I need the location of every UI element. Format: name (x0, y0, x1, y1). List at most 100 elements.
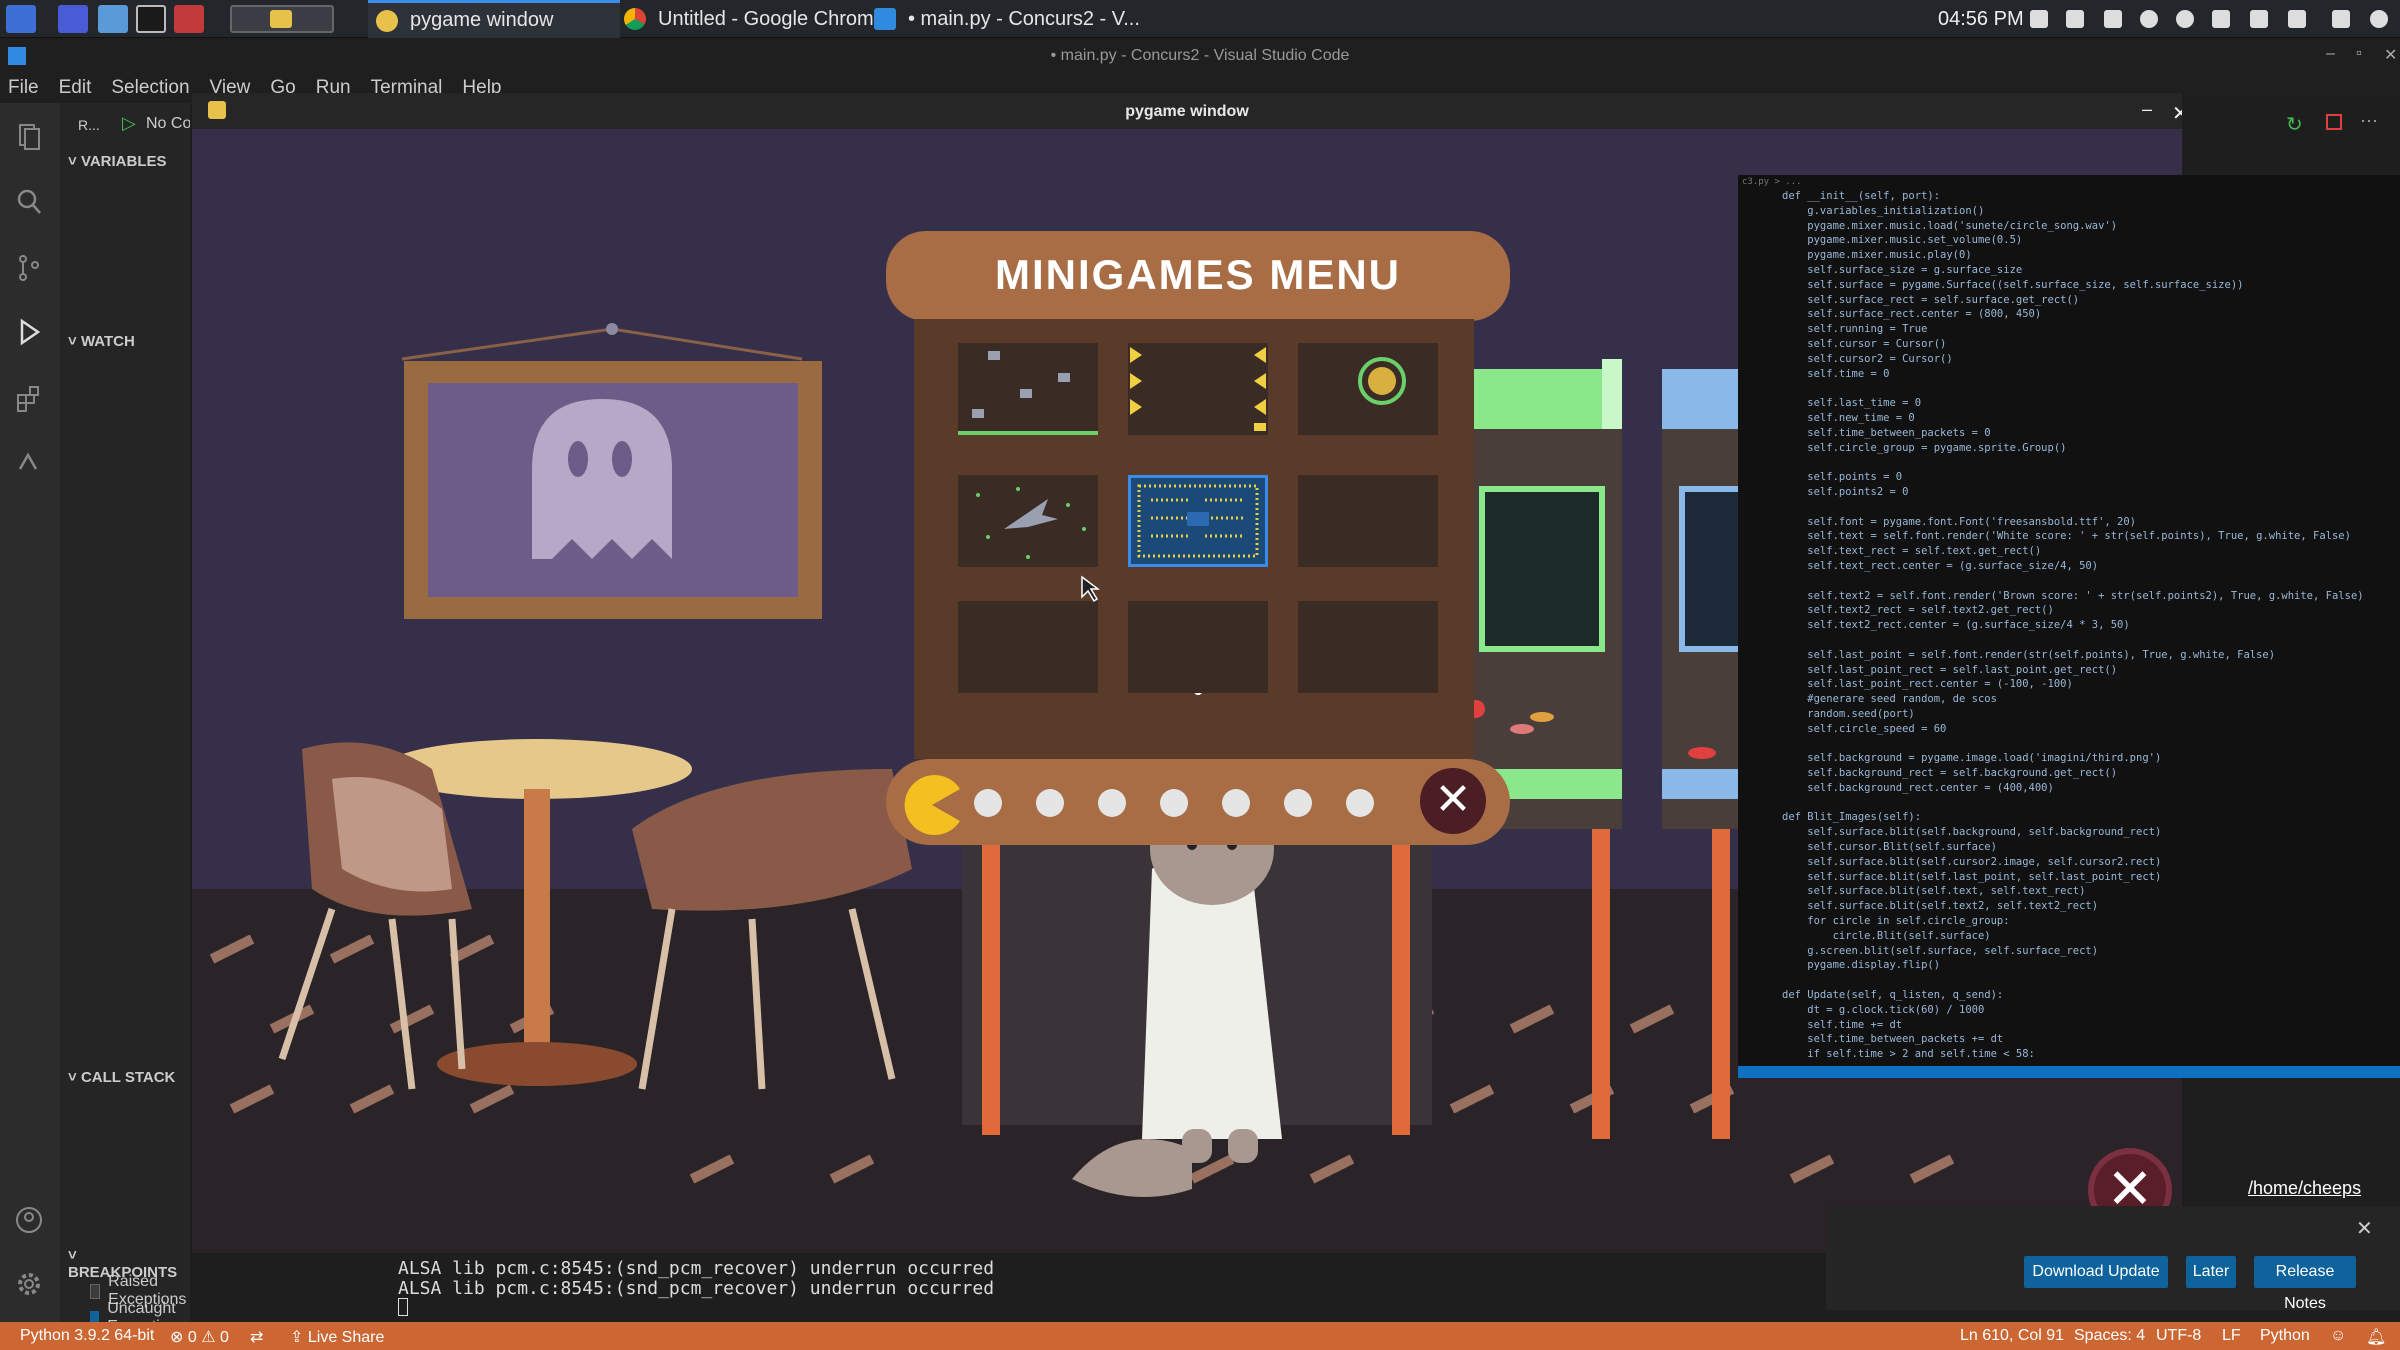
source-control-icon[interactable] (14, 253, 44, 283)
shark-preview-icon (976, 487, 1086, 559)
language-mode[interactable]: Python (2260, 1327, 2310, 1345)
steam-icon[interactable] (2140, 10, 2158, 28)
life-dot (1160, 789, 1188, 817)
minigame-slot-pacman[interactable] (1128, 475, 1268, 567)
chrome-icon (624, 8, 646, 30)
block-shape (972, 409, 984, 418)
remote-explorer-icon[interactable] (14, 447, 44, 477)
run-debug-icon[interactable] (14, 317, 44, 347)
spikes-preview-icon (1130, 347, 1266, 431)
minigame-slot-empty[interactable] (1298, 601, 1438, 693)
section-watch-label: WATCH (80, 333, 135, 350)
code-editor-panel[interactable]: c3.py > ... def __init__(self, port): g.… (1738, 175, 2400, 1073)
volume-icon[interactable] (2212, 10, 2230, 28)
task-label: • main.py - Concurs2 - V... (908, 7, 1140, 30)
terminal-panel[interactable]: ALSA lib pcm.c:8545:(snd_pcm_recover) un… (376, 1254, 1826, 1322)
close-icon[interactable]: ✕ (2356, 1216, 2373, 1241)
live-share-button[interactable]: ⇪ Live Share (290, 1327, 384, 1347)
block-shape (1058, 373, 1070, 382)
code-line: self.surface.blit(self.last_point, self.… (1782, 870, 2162, 883)
problems-indicator[interactable]: ⊗ 0 ⚠ 0 (170, 1327, 229, 1347)
task-chrome[interactable]: Untitled - Google Chrome (624, 0, 885, 38)
clock[interactable]: 04:56 PM (1938, 8, 2024, 31)
stop-icon[interactable] (2326, 114, 2342, 130)
minigame-slot-empty[interactable] (958, 601, 1098, 693)
app-menu-icon[interactable] (6, 5, 36, 33)
minigame-slot-empty[interactable] (1128, 601, 1268, 693)
code-lines[interactable]: def __init__(self, port): g.variables_in… (1782, 189, 2394, 1067)
code-line: self.last_point = self.font.render(str(s… (1782, 648, 2276, 661)
minimize-icon[interactable]: – (2142, 99, 2152, 120)
encoding[interactable]: UTF-8 (2156, 1327, 2201, 1345)
editor-breadcrumb: c3.py > ... (1742, 177, 1802, 187)
menu-file[interactable]: File (8, 73, 39, 103)
debug-sidebar: R... ▷ No Co ˅ VARIABLES ˅ WATCH ˅ CALL … (60, 103, 190, 1335)
media-launcher-icon[interactable] (174, 5, 204, 33)
minigame-slot-empty[interactable] (1298, 475, 1438, 567)
maximize-icon[interactable]: ▫ (2356, 45, 2362, 63)
python-interpreter[interactable]: Python 3.9.2 64-bit (20, 1327, 154, 1345)
minigame-slot-circles[interactable] (1298, 343, 1438, 435)
indentation[interactable]: Spaces: 4 (2074, 1327, 2145, 1345)
life-dot (1222, 789, 1250, 817)
live-share-label: Live Share (307, 1329, 385, 1346)
wifi-icon[interactable] (2104, 10, 2122, 28)
task-pygame-window[interactable]: pygame window (368, 0, 620, 38)
settings-gear-icon[interactable] (14, 1269, 44, 1299)
extensions-icon[interactable] (14, 383, 44, 413)
cursor-position[interactable]: Ln 610, Col 91 (1960, 1327, 2064, 1345)
os-taskbar: pygame window Untitled - Google Chrome •… (0, 0, 2400, 38)
menu-selection[interactable]: Selection (111, 73, 189, 103)
minigame-slot-spikes[interactable] (1128, 343, 1268, 435)
discord-icon[interactable] (2066, 10, 2084, 28)
download-update-button[interactable]: Download Update (2024, 1256, 2168, 1288)
terminal-launcher-icon[interactable] (136, 5, 166, 33)
account-icon[interactable] (14, 1205, 44, 1235)
file-manager-icon[interactable] (98, 5, 128, 33)
section-call-stack[interactable]: ˅ CALL STACK (68, 1069, 175, 1086)
section-variables[interactable]: ˅ VARIABLES (68, 153, 167, 170)
close-icon[interactable]: ✕ (2172, 101, 2182, 126)
run-icon[interactable]: ⇄ (250, 1327, 263, 1347)
lock-icon[interactable] (2332, 10, 2350, 28)
battery-icon[interactable] (2288, 10, 2306, 28)
pygame-titlebar: pygame window – ✕ (192, 93, 2182, 129)
run-config-select[interactable]: No Co (146, 115, 190, 133)
eol[interactable]: LF (2222, 1327, 2241, 1345)
python-window-thumb[interactable] (230, 5, 334, 33)
desktop-icon[interactable] (58, 5, 88, 33)
camera-icon[interactable] (2030, 10, 2048, 28)
explorer-icon[interactable] (14, 121, 44, 151)
bell-icon[interactable] (2250, 10, 2268, 28)
menu-edit[interactable]: Edit (59, 73, 92, 103)
feedback-icon[interactable]: ☺ (2330, 1327, 2346, 1345)
search-icon[interactable] (14, 187, 44, 217)
steam-alt-icon[interactable] (2176, 10, 2194, 28)
notifications-bell-icon[interactable]: 🔔︎ (2366, 1327, 2386, 1347)
terminal-cursor (398, 1298, 408, 1316)
code-line: #generare seed random, de scos (1782, 693, 1997, 706)
ghost-painting (401, 323, 822, 619)
section-watch[interactable]: ˅ WATCH (68, 333, 135, 350)
release-notes-button[interactable]: Release Notes (2254, 1256, 2356, 1312)
minimize-icon[interactable]: – (2326, 45, 2335, 63)
task-vscode[interactable]: • main.py - Concurs2 - V... (874, 0, 1140, 38)
minigame-slot-dodge[interactable] (958, 343, 1098, 435)
start-debugging-icon[interactable]: ▷ (122, 113, 136, 134)
menu-close-button[interactable]: ✕ (1420, 768, 1486, 834)
terminal-cwd-link[interactable]: /home/cheeps (2248, 1178, 2361, 1199)
more-icon[interactable]: ··· (2360, 110, 2378, 131)
code-line: self.background_rect.center = (400,400) (1782, 781, 2054, 794)
restart-icon[interactable]: ↻ (2286, 112, 2303, 137)
close-icon[interactable]: ✕ (2384, 45, 2397, 65)
power-icon[interactable] (2370, 10, 2388, 28)
block-shape (988, 351, 1000, 360)
minigame-slot-shark[interactable] (958, 475, 1098, 567)
terminal-line: ALSA lib pcm.c:8545:(snd_pcm_recover) un… (398, 1258, 995, 1279)
checkbox[interactable] (90, 1283, 101, 1299)
horizontal-scrollbar[interactable] (1738, 1066, 2400, 1078)
pygame-title: pygame window (1125, 103, 1249, 120)
later-button[interactable]: Later (2186, 1256, 2236, 1288)
